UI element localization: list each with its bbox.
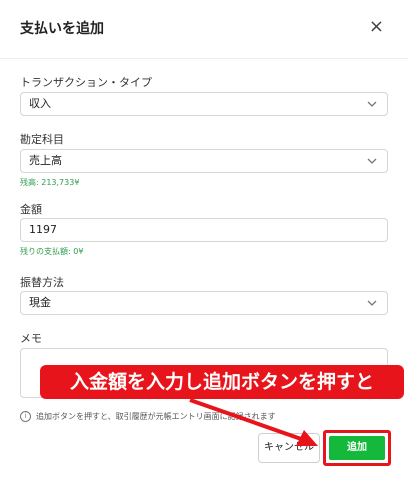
amount-value: 1197 [29,223,57,236]
account-value: 売上高 [29,154,62,167]
cancel-button[interactable]: キャンセル [258,433,320,463]
account-label: 勘定科目 [20,133,64,146]
amount-label: 金額 [20,203,42,216]
add-button[interactable]: 追加 [329,436,385,460]
annotation-callout: 入金額を入力し追加ボタンを押すと [40,365,404,399]
amount-input[interactable]: 1197 [20,218,388,242]
add-payment-dialog: 支払いを追加 × トランザクション・タイプ 収入 勘定科目 売上高 残高: 21… [0,0,408,480]
info-icon: i [20,411,31,422]
info-note: i 追加ボタンを押すと、取引履歴が元帳エントリ画面に記録されます [20,411,276,422]
account-balance-text: 残高: 213,733¥ [20,178,80,187]
method-value: 現金 [29,296,51,309]
close-icon[interactable]: × [369,16,384,37]
account-select[interactable]: 売上高 [20,149,388,173]
method-select[interactable]: 現金 [20,291,388,315]
header-divider [0,58,408,59]
method-label: 振替方法 [20,276,64,289]
memo-label: メモ [20,332,42,345]
transaction-type-select[interactable]: 収入 [20,92,388,116]
add-button-highlight: 追加 [323,430,391,466]
transaction-type-value: 収入 [29,97,51,110]
chevron-down-icon [367,101,377,107]
info-note-text: 追加ボタンを押すと、取引履歴が元帳エントリ画面に記録されます [36,412,276,421]
chevron-down-icon [367,158,377,164]
transaction-type-label: トランザクション・タイプ [20,76,152,89]
chevron-down-icon [367,300,377,306]
dialog-title: 支払いを追加 [20,21,104,37]
remaining-amount-text: 残りの支払額: 0¥ [20,247,84,256]
